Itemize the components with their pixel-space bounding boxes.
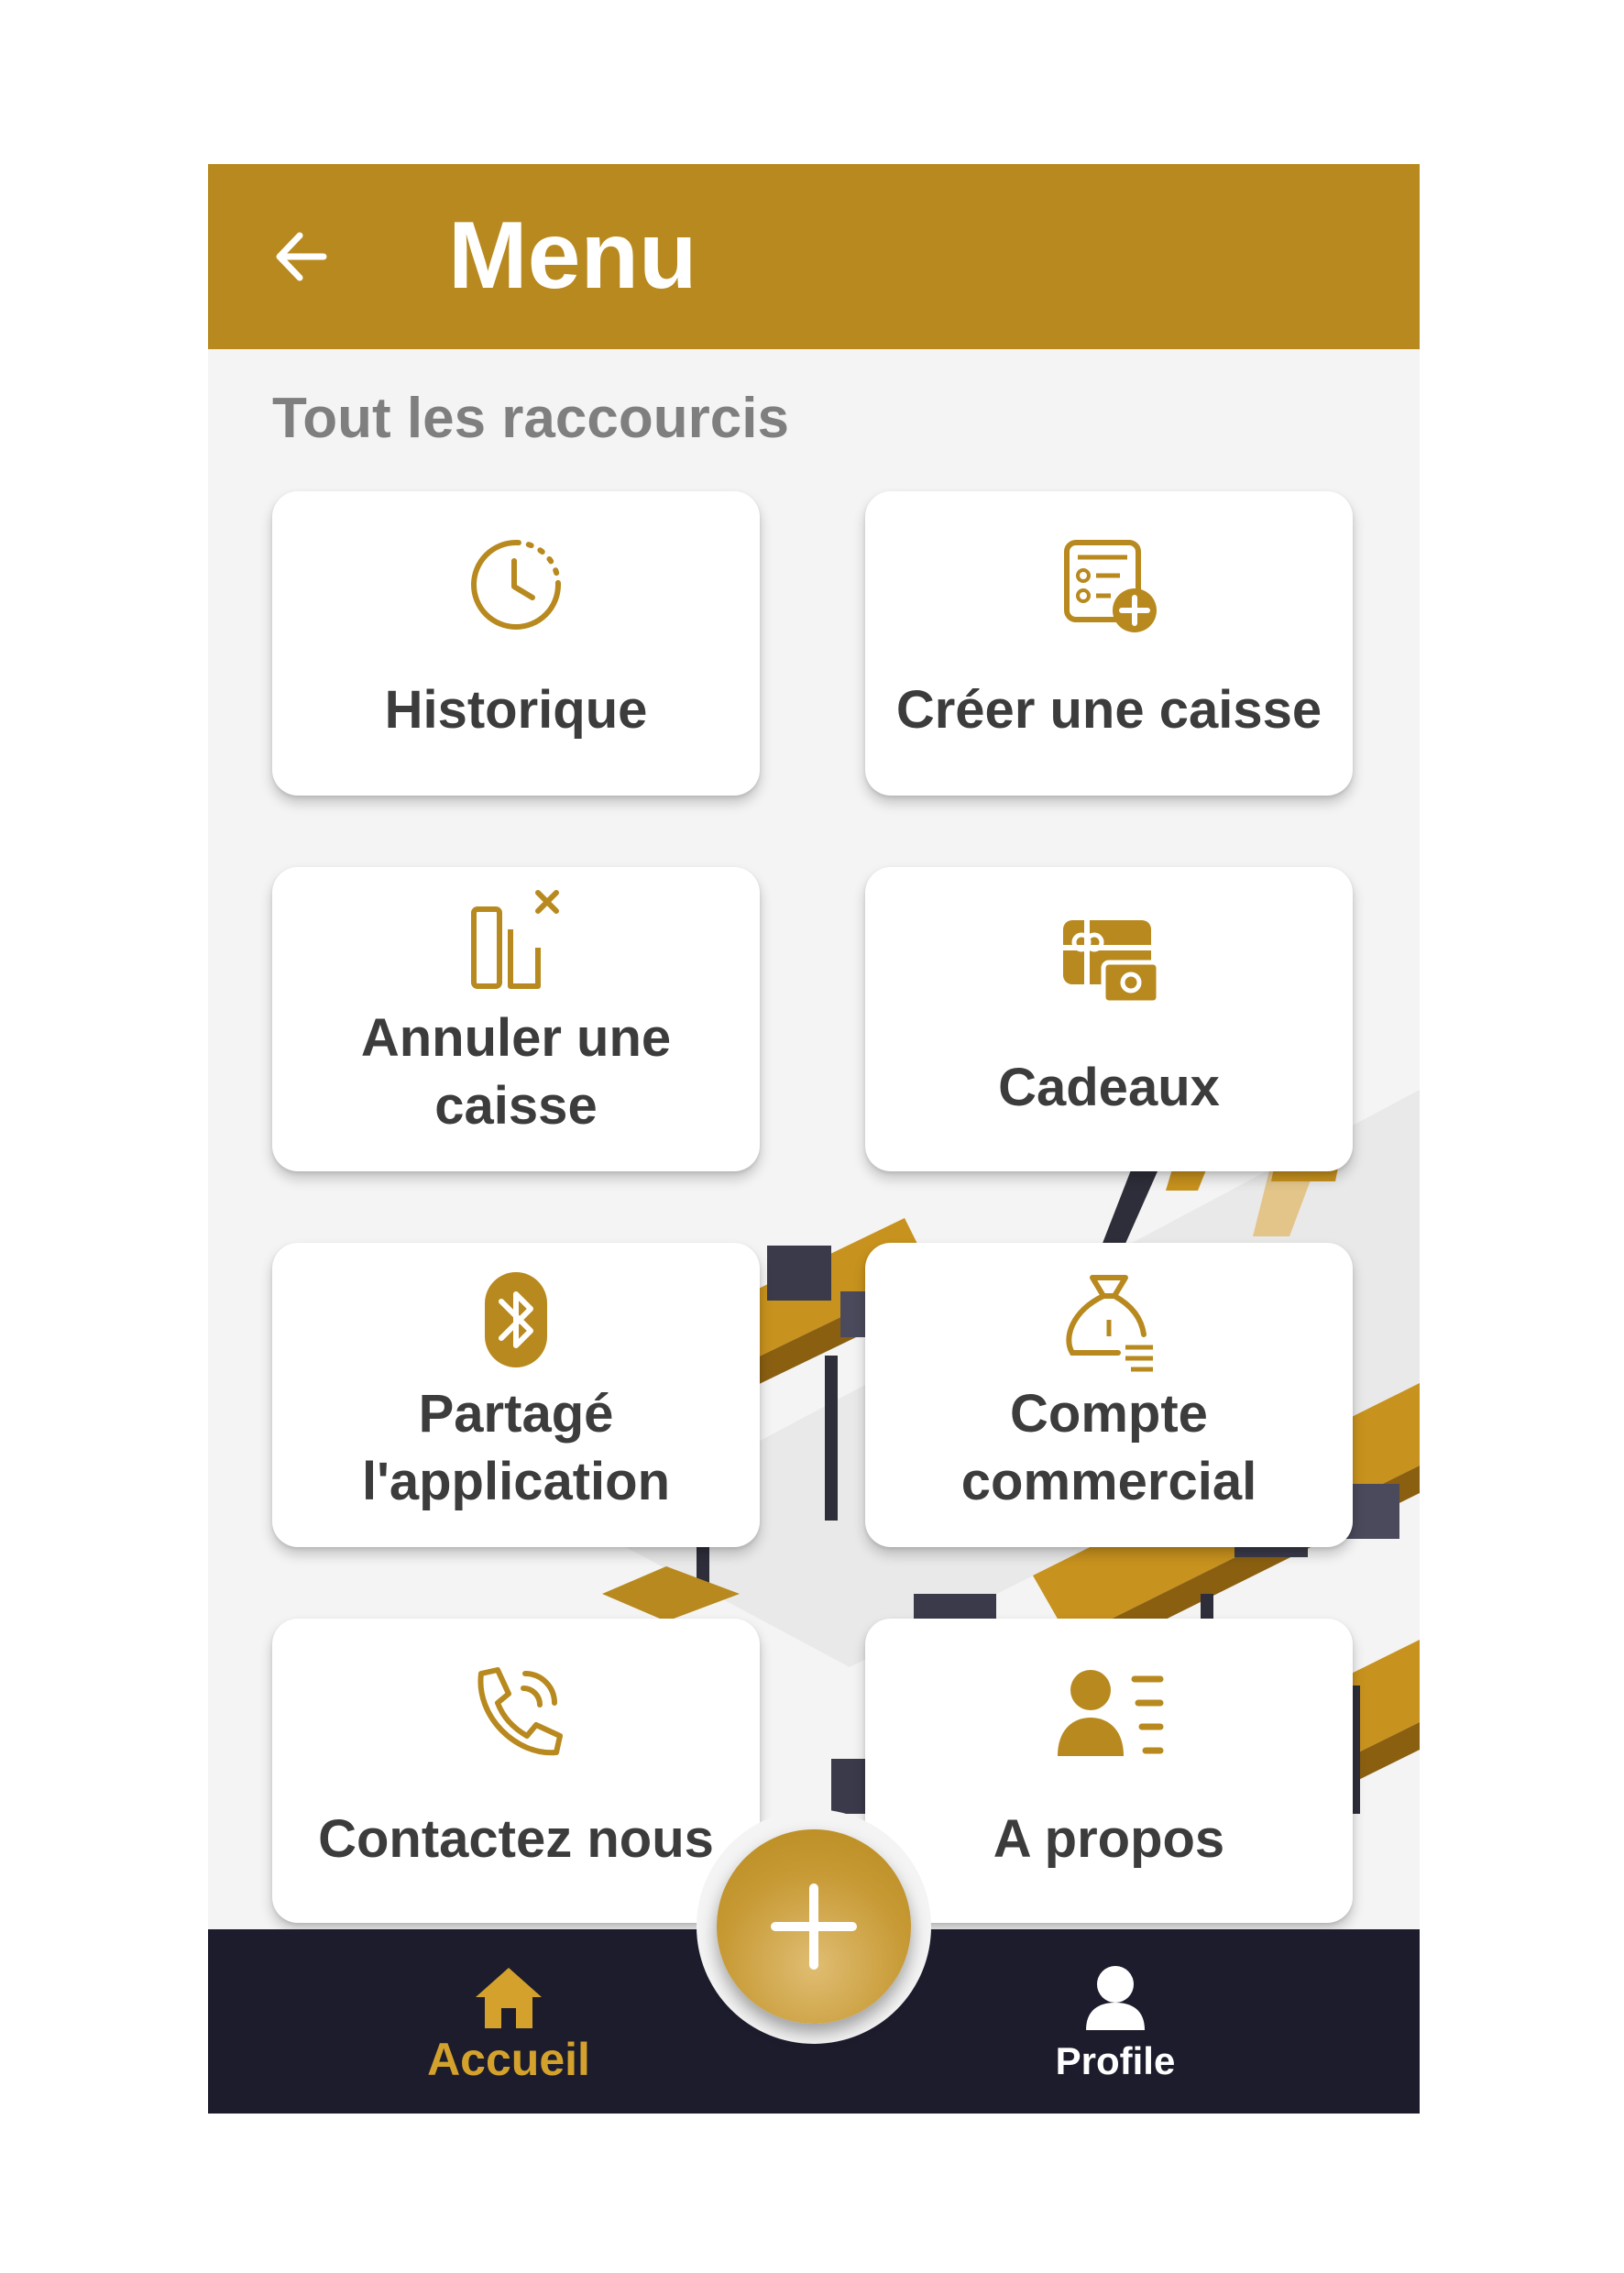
user-icon — [1086, 1966, 1145, 2030]
phone-call-icon — [477, 1667, 563, 1756]
nav-label-profile: Profile — [1055, 2039, 1176, 2082]
back-button[interactable] — [263, 217, 342, 296]
shortcut-label: A propos — [993, 1809, 1225, 1869]
shortcut-label: Contactez nous — [318, 1809, 714, 1869]
nav-label-accueil: Accueil — [427, 2034, 590, 2085]
shortcut-annuler-caisse[interactable]: Annuler une caisse — [272, 867, 760, 1171]
shortcut-label: Créer une caisse — [895, 680, 1322, 740]
shortcut-a-propos[interactable]: A propos — [865, 1619, 1353, 1923]
app-bar: Menu — [208, 164, 1420, 349]
shortcut-cadeaux[interactable]: Cadeaux — [865, 867, 1353, 1171]
nav-item-profile[interactable]: Profile — [950, 1929, 1280, 2114]
shortcut-compte-commercial[interactable]: Compte commercial — [865, 1243, 1353, 1547]
add-fab-button[interactable] — [717, 1829, 911, 2024]
home-icon — [476, 1968, 542, 2028]
page-title: Menu — [448, 203, 697, 309]
shortcut-label: Partagé l'application — [361, 1384, 671, 1511]
shortcut-partager-application[interactable]: Partagé l'application — [272, 1243, 760, 1547]
shortcut-label: Compte commercial — [960, 1384, 1257, 1511]
bluetooth-icon — [485, 1272, 547, 1367]
gift-card-icon — [1063, 920, 1161, 1005]
plus-icon — [771, 1883, 857, 1970]
app-screen: Menu Tout les raccourcis Historique Crée… — [208, 164, 1420, 2114]
create-register-icon — [1064, 540, 1157, 632]
section-title: Tout les raccourcis — [272, 387, 789, 450]
about-person-list-icon — [1058, 1670, 1164, 1756]
shortcut-label: Annuler une caisse — [360, 1008, 672, 1136]
shortcut-label: Cadeaux — [998, 1058, 1220, 1117]
shortcut-contactez-nous[interactable]: Contactez nous — [272, 1619, 760, 1923]
arrow-left-icon — [276, 232, 327, 281]
cancel-register-icon — [471, 890, 559, 989]
shortcut-historique[interactable]: Historique — [272, 491, 760, 796]
shortcut-label: Historique — [384, 680, 648, 740]
clock-history-icon — [471, 540, 561, 630]
shortcut-creer-caisse[interactable]: Créer une caisse — [865, 491, 1353, 796]
nav-item-accueil[interactable]: Accueil — [344, 1929, 674, 2114]
money-bag-icon — [1066, 1275, 1153, 1372]
